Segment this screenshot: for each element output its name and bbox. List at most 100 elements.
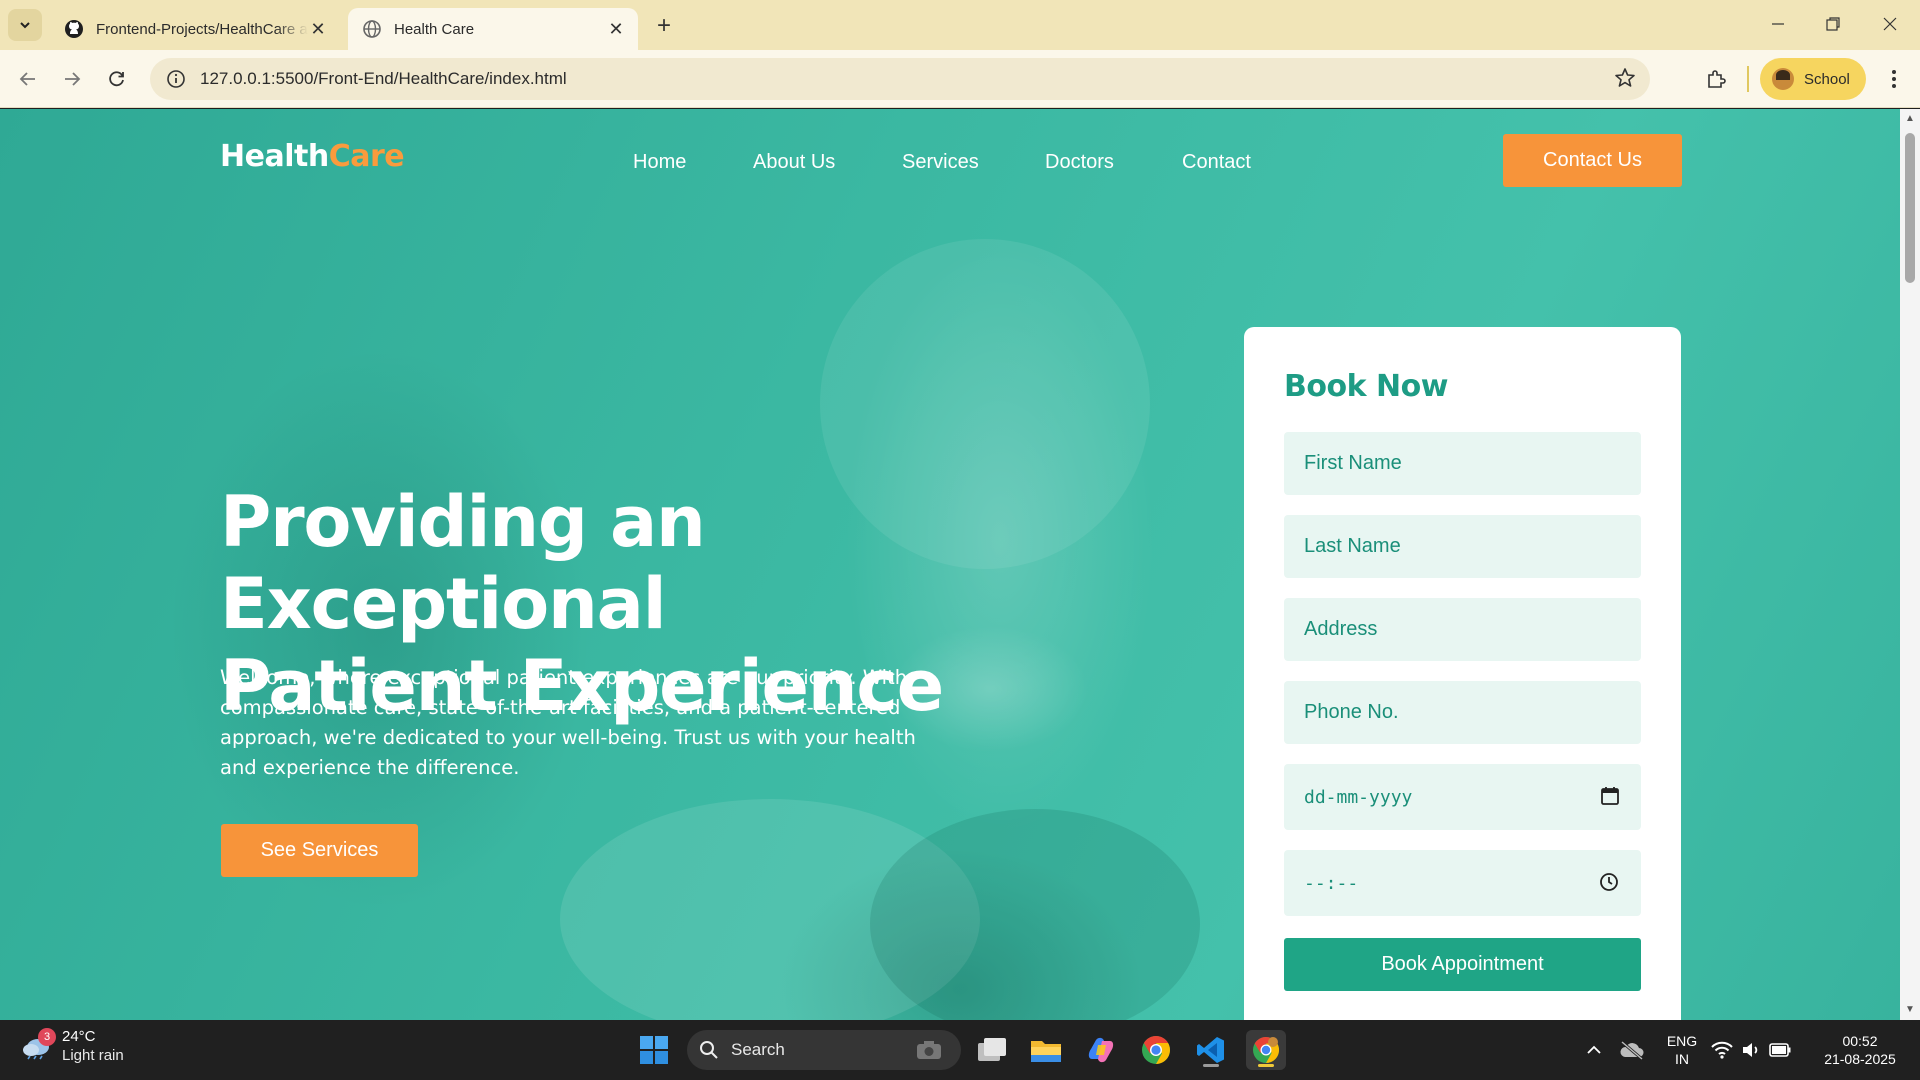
vscode-icon (1197, 1037, 1224, 1063)
hero-intro-text: Welcome, where exceptional patient exper… (220, 666, 916, 779)
scroll-down-icon[interactable]: ▼ (1905, 1004, 1915, 1015)
browser-menu-button[interactable] (1880, 63, 1908, 95)
show-hidden-icons-button[interactable] (1574, 1030, 1614, 1070)
tab-health-care[interactable]: Health Care ✕ (348, 8, 638, 50)
tab-title: Health Care (394, 20, 475, 38)
address-field[interactable]: Address (1284, 598, 1641, 661)
more-vertical-icon (1892, 70, 1896, 88)
page-viewport: HealthCare Home About Us Services Doctor… (0, 109, 1900, 1020)
browser-toolbar: 127.0.0.1:5500/Front-End/HealthCare/inde… (0, 50, 1920, 108)
start-button[interactable] (634, 1030, 674, 1070)
language-region: IN (1675, 1051, 1689, 1067)
hero-photo-shape (870, 809, 1200, 1020)
nav-services[interactable]: Services (902, 151, 979, 174)
date-field[interactable]: dd-mm-yyyy (1284, 764, 1641, 830)
clock-time: 00:52 (1842, 1033, 1878, 1049)
chevron-down-icon (20, 22, 30, 29)
book-appointment-button[interactable]: Book Appointment (1284, 938, 1641, 991)
nav-contact[interactable]: Contact (1182, 151, 1251, 174)
bookmark-star-icon[interactable] (1614, 67, 1636, 89)
scrollbar-thumb[interactable] (1905, 133, 1915, 283)
first-name-field[interactable]: First Name (1284, 432, 1641, 495)
cloud-offline-icon (1620, 1040, 1644, 1060)
scroll-up-icon[interactable]: ▲ (1905, 113, 1915, 124)
tab-github[interactable]: Frontend-Projects/HealthCare at main ✕ (50, 8, 340, 50)
onedrive-button[interactable] (1612, 1030, 1652, 1070)
chrome-profile-icon (1253, 1036, 1280, 1064)
camera-icon (917, 1041, 941, 1059)
active-indicator (1258, 1064, 1274, 1067)
close-window-button[interactable] (1870, 8, 1910, 40)
chrome-school-button[interactable] (1246, 1030, 1286, 1070)
reload-button[interactable] (101, 63, 133, 95)
running-indicator (1203, 1064, 1219, 1067)
extensions-button[interactable] (1700, 63, 1732, 95)
page-scrollbar[interactable]: ▲ ▼ (1900, 109, 1920, 1020)
headline-line-1: Providing an Exceptional (220, 481, 706, 645)
search-icon (700, 1041, 718, 1059)
chrome-icon (1142, 1036, 1170, 1064)
language-code: ENG (1666, 1033, 1698, 1049)
profile-name: School (1804, 70, 1850, 88)
weather-widget[interactable]: 3 24°C Light rain (22, 1028, 124, 1066)
task-view-button[interactable] (972, 1030, 1012, 1070)
arrow-left-icon (19, 72, 35, 86)
booking-card: Book Now First Name Last Name Address Ph… (1244, 327, 1681, 1020)
site-info-icon[interactable] (166, 69, 186, 89)
language-indicator[interactable]: ENG IN (1664, 1032, 1700, 1068)
see-services-button[interactable]: See Services (221, 824, 418, 877)
restore-button[interactable] (1813, 8, 1853, 40)
nav-about-us[interactable]: About Us (753, 151, 835, 174)
restore-icon (1826, 17, 1840, 31)
wifi-icon (1711, 1041, 1733, 1059)
logo-part-health: Health (220, 139, 329, 174)
arrow-right-icon (65, 72, 81, 86)
close-tab-icon[interactable]: ✕ (308, 19, 328, 39)
clock-date: 21-08-2025 (1824, 1051, 1896, 1067)
booking-title: Book Now (1284, 369, 1448, 404)
forward-button[interactable] (56, 63, 88, 95)
chevron-up-icon (1587, 1045, 1601, 1054)
site-logo[interactable]: HealthCare (220, 139, 405, 174)
weather-badge: 3 (38, 1028, 56, 1046)
time-field[interactable]: --:-- (1284, 850, 1641, 916)
tab-search-button[interactable] (8, 9, 42, 41)
avatar (1772, 68, 1794, 90)
taskbar-search[interactable]: Search (687, 1030, 961, 1070)
vscode-button[interactable] (1191, 1030, 1231, 1070)
logo-part-care: Care (328, 139, 405, 174)
date-placeholder: dd-mm-yyyy (1304, 786, 1413, 808)
volume-icon (1743, 1043, 1758, 1057)
new-tab-button[interactable]: + (650, 12, 678, 40)
close-icon (1883, 17, 1897, 31)
github-icon (65, 20, 83, 38)
weather-condition: Light rain (62, 1047, 124, 1064)
phone-field[interactable]: Phone No. (1284, 681, 1641, 744)
calendar-icon[interactable] (1601, 786, 1619, 806)
nav-home[interactable]: Home (633, 151, 686, 174)
last-name-field[interactable]: Last Name (1284, 515, 1641, 578)
contact-us-button[interactable]: Contact Us (1503, 134, 1682, 187)
quick-settings-button[interactable] (1706, 1030, 1796, 1070)
clock-icon[interactable] (1599, 872, 1619, 892)
folder-icon (1031, 1041, 1061, 1062)
rain-cloud-icon: 3 (22, 1028, 56, 1060)
nav-doctors[interactable]: Doctors (1045, 151, 1114, 174)
globe-icon (363, 20, 381, 38)
minimize-icon (1772, 23, 1784, 25)
url-text[interactable]: 127.0.0.1:5500/Front-End/HealthCare/inde… (200, 69, 567, 89)
minimize-button[interactable] (1758, 8, 1798, 40)
toolbar-separator (1747, 66, 1749, 92)
copilot-button[interactable] (1081, 1030, 1121, 1070)
clock[interactable]: 00:52 21-08-2025 (1812, 1032, 1908, 1068)
search-label: Search (731, 1040, 785, 1059)
address-bar[interactable]: 127.0.0.1:5500/Front-End/HealthCare/inde… (150, 58, 1650, 100)
windows-icon (640, 1036, 668, 1064)
profile-button[interactable]: School (1760, 58, 1866, 100)
browser-tab-strip: Frontend-Projects/HealthCare at main ✕ H… (0, 0, 1920, 50)
chrome-button[interactable] (1136, 1030, 1176, 1070)
puzzle-icon (1708, 70, 1726, 88)
file-explorer-button[interactable] (1026, 1030, 1066, 1070)
close-tab-icon[interactable]: ✕ (606, 19, 626, 39)
back-button[interactable] (12, 63, 44, 95)
